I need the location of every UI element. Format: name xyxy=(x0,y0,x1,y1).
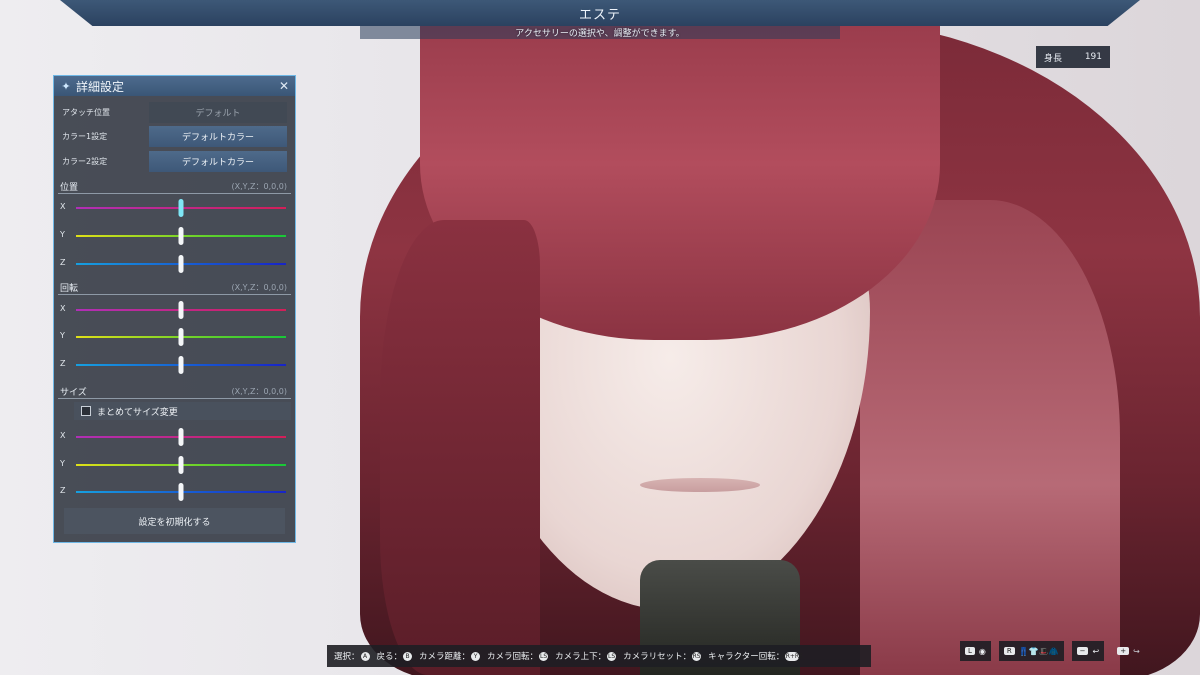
controller-button-icon: ZR+RS xyxy=(781,651,803,661)
corner-control-icon: ↪ xyxy=(1133,646,1140,656)
slider-knob[interactable] xyxy=(178,483,184,501)
slider-axis-label: Y xyxy=(60,230,65,239)
hint-item: カメラ回転： LS xyxy=(487,650,549,662)
attach-position-button[interactable]: デフォルト xyxy=(149,102,287,123)
slider-axis-label: X xyxy=(60,202,66,211)
slider-axis-label: Y xyxy=(60,331,65,340)
corner-control-button[interactable]: R 👖👕🎩🧥 xyxy=(998,641,1064,661)
controller-key-icon: R xyxy=(1003,647,1015,655)
hint-item: キャラクター回転： ZR+RS xyxy=(708,650,803,662)
hint-item: カメラリセット： RS xyxy=(623,650,702,662)
page-subtitle: アクセサリーの選択や、調整ができます。 xyxy=(515,29,685,39)
color1-label: カラー1設定 xyxy=(62,132,108,141)
hint-label: カメラ距離： xyxy=(419,652,471,662)
position-readout: (X,Y,Z：0,0,0) xyxy=(231,182,287,191)
slider-axis-label: X xyxy=(60,431,66,440)
position-x-slider[interactable]: X xyxy=(54,198,295,218)
size-readout: (X,Y,Z：0,0,0) xyxy=(231,387,287,396)
attach-position-row: アタッチ位置 デフォルト xyxy=(54,102,295,124)
position-z-slider[interactable]: Z xyxy=(54,254,295,274)
slider-knob[interactable] xyxy=(178,227,184,245)
rotation-readout: (X,Y,Z：0,0,0) xyxy=(231,283,287,292)
hint-item: 戻る： B xyxy=(377,650,413,662)
corner-control-button[interactable]: L ◉ xyxy=(960,641,991,661)
slider-axis-label: Z xyxy=(60,258,66,267)
character-lips xyxy=(640,478,760,492)
controller-button-icon: LS xyxy=(539,651,549,661)
controller-button-icon: RS xyxy=(692,651,702,661)
page-title: エステ xyxy=(578,8,621,23)
hint-item: カメラ距離： Y xyxy=(419,650,481,662)
attach-position-label: アタッチ位置 xyxy=(62,108,110,117)
size-y-slider[interactable]: Y xyxy=(54,455,295,475)
controller-key-icon: L xyxy=(965,647,975,655)
hint-item: カメラ上下： LS xyxy=(555,650,617,662)
header-bar: エステ アクセサリーの選択や、調整ができます。 xyxy=(0,0,1200,40)
slider-knob[interactable] xyxy=(178,199,184,217)
size-z-slider[interactable]: Z xyxy=(54,482,295,502)
rotation-section: 回転 (X,Y,Z：0,0,0) xyxy=(58,281,291,295)
hint-label: 戻る： xyxy=(376,652,403,662)
character-hair-right xyxy=(860,200,1120,675)
hint-item: 選択： A xyxy=(334,650,370,662)
detail-settings-panel: ✦ 詳細設定 ✕ アタッチ位置 デフォルト カラー1設定 デフォルトカラー カラ… xyxy=(53,75,296,543)
size-section: サイズ (X,Y,Z：0,0,0) xyxy=(58,385,291,399)
height-badge: 身長 191 xyxy=(1036,46,1110,68)
reset-settings-button[interactable]: 設定を初期化する xyxy=(64,508,285,534)
color1-row: カラー1設定 デフォルトカラー xyxy=(54,126,295,148)
slider-knob[interactable] xyxy=(178,328,184,346)
position-y-slider[interactable]: Y xyxy=(54,226,295,246)
rotation-z-slider[interactable]: Z xyxy=(54,355,295,375)
resize-together-toggle[interactable]: まとめてサイズ変更 xyxy=(74,402,291,420)
position-section: 位置 (X,Y,Z：0,0,0) xyxy=(58,180,291,194)
controller-button-icon: B xyxy=(403,651,413,661)
hint-label: カメラ回転： xyxy=(487,652,539,662)
controller-hint-bar: 選択： A 戻る： B カメラ距離： Y カメラ回転： LS カメラ上下： LS カメラリセット： R… xyxy=(327,645,871,667)
controller-button-icon: LS xyxy=(607,651,617,661)
color2-button[interactable]: デフォルトカラー xyxy=(149,151,287,172)
slider-knob[interactable] xyxy=(178,356,184,374)
height-label: 身長 xyxy=(1044,53,1063,64)
controller-button-icon: Y xyxy=(471,651,481,661)
slider-axis-label: Z xyxy=(60,359,66,368)
hint-label: カメラリセット： xyxy=(623,652,692,662)
slider-axis-label: Z xyxy=(60,486,66,495)
checkbox-icon[interactable] xyxy=(81,406,91,416)
position-label: 位置 xyxy=(60,183,79,193)
panel-title: 詳細設定 xyxy=(76,79,125,94)
controller-button-icon: A xyxy=(360,651,370,661)
hint-label: キャラクター回転： xyxy=(708,652,785,662)
slider-knob[interactable] xyxy=(178,301,184,319)
color2-label: カラー2設定 xyxy=(62,157,108,166)
resize-together-label: まとめてサイズ変更 xyxy=(97,407,178,418)
size-label: サイズ xyxy=(60,388,87,398)
corner-control-button[interactable]: + ↪ xyxy=(1112,641,1145,661)
character-hair-left xyxy=(380,220,540,675)
corner-control-icon: ↩ xyxy=(1092,646,1100,656)
corner-controls: L ◉ R 👖👕🎩🧥 − ↩ + ↪ xyxy=(960,640,1145,662)
height-value: 191 xyxy=(1084,52,1102,62)
slider-axis-label: Y xyxy=(60,459,65,468)
hint-label: カメラ上下： xyxy=(555,652,607,662)
corner-control-icon: 👖👕🎩🧥 xyxy=(1018,646,1059,656)
gear-icon: ✦ xyxy=(61,79,71,93)
hint-label: 選択： xyxy=(334,652,360,662)
corner-control-icon: ◉ xyxy=(978,646,986,656)
corner-control-button[interactable]: − ↩ xyxy=(1071,641,1105,661)
slider-knob[interactable] xyxy=(178,428,184,446)
color2-row: カラー2設定 デフォルトカラー xyxy=(54,151,295,173)
panel-header: ✦ 詳細設定 ✕ xyxy=(54,76,295,96)
size-x-slider[interactable]: X xyxy=(54,427,295,447)
rotation-y-slider[interactable]: Y xyxy=(54,327,295,347)
controller-key-icon: − xyxy=(1076,647,1089,655)
rotation-label: 回転 xyxy=(60,284,79,294)
slider-knob[interactable] xyxy=(178,255,184,273)
close-icon[interactable]: ✕ xyxy=(279,79,289,93)
controller-key-icon: + xyxy=(1117,647,1130,655)
rotation-x-slider[interactable]: X xyxy=(54,300,295,320)
color1-button[interactable]: デフォルトカラー xyxy=(149,126,287,147)
slider-knob[interactable] xyxy=(178,456,184,474)
slider-axis-label: X xyxy=(60,304,66,313)
